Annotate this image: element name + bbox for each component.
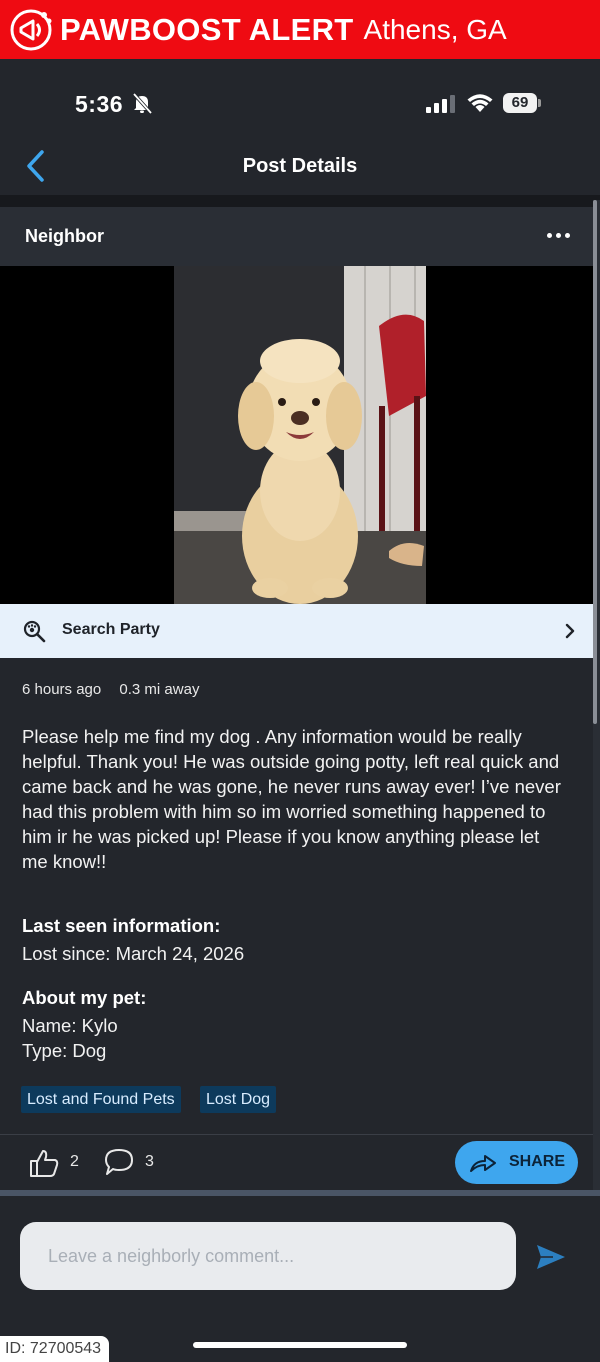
dog-photo[interactable]	[174, 266, 426, 604]
post-author: Neighbor	[25, 226, 104, 246]
post-meta: 6 hours ago 0.3 mi away	[22, 681, 213, 698]
pet-type: Type: Dog	[22, 1040, 107, 1061]
search-party-icon	[23, 620, 46, 643]
post-header: Neighbor	[0, 207, 593, 266]
search-party-row[interactable]: Search Party	[0, 604, 593, 658]
nav-divider	[0, 195, 600, 207]
thumbs-up-icon[interactable]	[28, 1148, 60, 1178]
post-body: Please help me find my dog . Any informa…	[22, 726, 561, 872]
share-arrow-icon	[470, 1155, 496, 1172]
pet-name: Name: Kylo	[22, 1015, 118, 1036]
comment-count: 3	[145, 1153, 154, 1170]
alert-brand: PAWBOOST ALERT	[60, 11, 354, 47]
chevron-right-icon	[565, 623, 575, 639]
wifi-icon	[467, 94, 493, 112]
cell-signal-icon	[426, 95, 455, 113]
tag-lost-dog[interactable]: Lost Dog	[200, 1086, 277, 1113]
share-label: SHARE	[509, 1153, 566, 1170]
posted-time: 6 hours ago	[22, 681, 102, 698]
comment-bubble-icon[interactable]	[103, 1147, 135, 1177]
nav-bar: Post Details	[0, 149, 600, 195]
search-party-label: Search Party	[62, 621, 160, 638]
scrollbar-thumb[interactable]	[593, 200, 597, 724]
comment-input[interactable]	[20, 1222, 516, 1290]
scrollbar[interactable]	[593, 200, 600, 1190]
last-seen-title: Last seen information:	[22, 915, 221, 936]
photo-container	[0, 266, 593, 604]
home-indicator[interactable]	[193, 1342, 407, 1348]
distance: 0.3 mi away	[119, 681, 200, 698]
post-id-label: ID: 72700543	[0, 1336, 110, 1362]
status-bar: 5:36 69	[0, 59, 600, 149]
more-options-icon[interactable]	[545, 225, 573, 245]
share-button[interactable]: SHARE	[455, 1141, 578, 1184]
like-count: 2	[70, 1153, 79, 1170]
alert-location: Athens, GA	[363, 13, 507, 45]
lost-since: Lost since: March 24, 2026	[22, 943, 245, 964]
megaphone-paw-icon	[10, 9, 52, 50]
battery-tip	[538, 99, 541, 107]
about-pet-title: About my pet:	[22, 987, 147, 1008]
alert-banner: PAWBOOST ALERT Athens, GA	[0, 0, 600, 59]
page-title: Post Details	[242, 155, 358, 177]
action-row: 2 3 SHARE	[0, 1135, 593, 1190]
clock: 5:36	[75, 91, 124, 117]
battery-indicator: 69	[503, 93, 537, 113]
bell-off-icon	[132, 92, 153, 114]
send-icon[interactable]	[535, 1242, 567, 1272]
tag-lost-and-found-pets[interactable]: Lost and Found Pets	[21, 1086, 181, 1113]
